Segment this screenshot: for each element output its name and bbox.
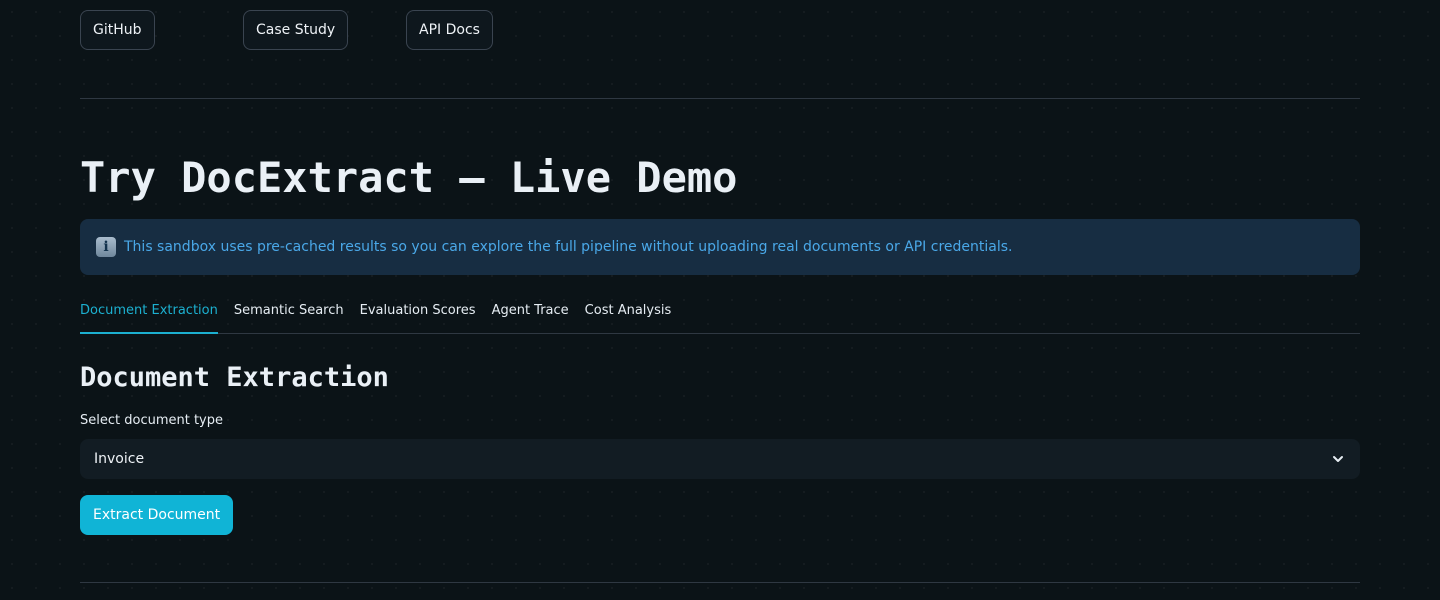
section-heading: Document Extraction xyxy=(80,362,389,393)
tab-bar: Document Extraction Semantic Search Eval… xyxy=(80,300,1360,334)
bottom-divider xyxy=(80,582,1360,583)
info-alert: i This sandbox uses pre-cached results s… xyxy=(80,219,1360,275)
github-link-button[interactable]: GitHub xyxy=(80,10,155,50)
tab-document-extraction[interactable]: Document Extraction xyxy=(80,300,218,334)
info-icon: i xyxy=(96,237,116,257)
top-divider xyxy=(80,98,1360,99)
tab-evaluation-scores[interactable]: Evaluation Scores xyxy=(360,300,476,332)
document-type-select-value: Invoice xyxy=(94,451,145,467)
extract-document-button[interactable]: Extract Document xyxy=(80,495,234,535)
api-docs-link-button[interactable]: API Docs xyxy=(406,10,493,50)
tab-semantic-search[interactable]: Semantic Search xyxy=(234,300,344,332)
tab-cost-analysis[interactable]: Cost Analysis xyxy=(585,300,672,332)
chevron-down-icon xyxy=(1330,451,1346,467)
tab-agent-trace[interactable]: Agent Trace xyxy=(492,300,569,332)
document-type-label: Select document type xyxy=(80,413,223,428)
info-alert-text: This sandbox uses pre-cached results so … xyxy=(124,239,1013,255)
document-type-select[interactable]: Invoice xyxy=(80,439,1360,479)
case-study-link-button[interactable]: Case Study xyxy=(243,10,349,50)
demo-page: GitHub Case Study API Docs Try DocExtrac… xyxy=(0,0,1440,600)
page-title: Try DocExtract — Live Demo xyxy=(80,153,738,202)
